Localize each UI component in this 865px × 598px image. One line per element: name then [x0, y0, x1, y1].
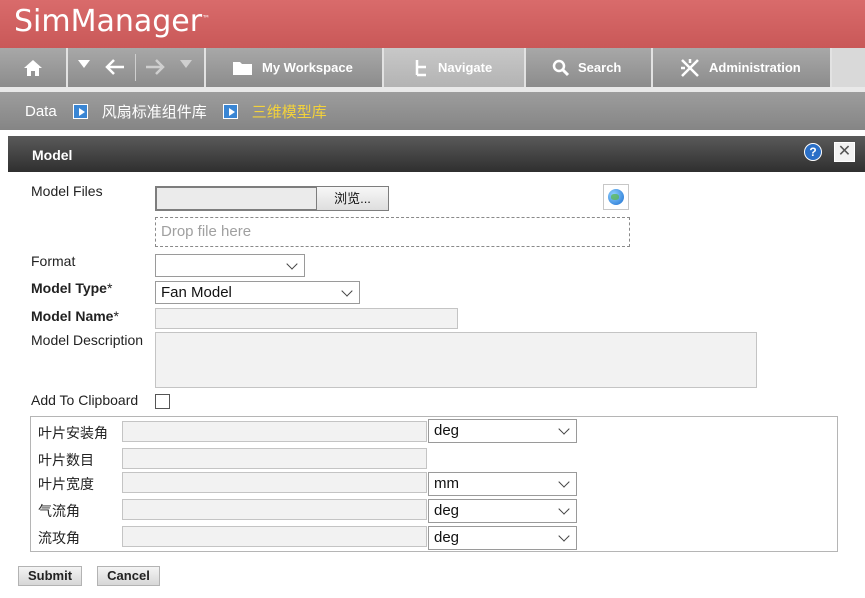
unit-select[interactable]: deg	[428, 499, 577, 523]
model-type-select[interactable]: Fan Model	[155, 281, 360, 304]
unit-value: deg	[434, 529, 460, 546]
model-description-label: Model Description	[31, 332, 144, 348]
param-label: 叶片数目	[38, 452, 94, 468]
unit-value: mm	[434, 475, 459, 492]
search-icon	[552, 59, 570, 76]
param-input[interactable]	[122, 526, 427, 547]
breadcrumb-arrow-icon	[72, 103, 88, 119]
add-to-clipboard-checkbox[interactable]	[155, 394, 170, 409]
dropdown-arrow-icon[interactable]	[78, 60, 90, 70]
param-input[interactable]	[122, 499, 427, 520]
nav-label: Search	[578, 60, 622, 75]
history-controls	[68, 48, 206, 87]
back-arrow-icon[interactable]	[104, 57, 126, 77]
folder-icon	[233, 61, 252, 75]
parameter-table: 叶片安装角 deg 叶片数目 叶片宽度 mm 气流角 deg 流攻角 deg	[30, 416, 838, 552]
close-icon[interactable]: ✕	[834, 142, 855, 162]
globe-icon	[608, 189, 624, 205]
nav-label: Navigate	[438, 60, 493, 75]
chevron-down-icon	[286, 258, 298, 270]
help-icon[interactable]: ?	[804, 143, 822, 161]
forward-arrow-icon[interactable]	[144, 57, 166, 77]
tree-icon	[415, 59, 426, 76]
format-select[interactable]	[155, 254, 305, 277]
model-files-label: Model Files	[31, 183, 103, 199]
tools-icon	[681, 58, 699, 77]
dropdown-arrow-icon[interactable]	[180, 60, 192, 70]
unit-select[interactable]: deg	[428, 419, 577, 443]
chevron-down-icon	[558, 503, 570, 515]
home-icon	[24, 59, 42, 76]
param-input[interactable]	[122, 421, 427, 442]
file-path-input[interactable]	[155, 186, 317, 211]
nav-label: Administration	[709, 60, 801, 75]
app-logo: SimManager™	[14, 4, 211, 39]
cancel-button[interactable]: Cancel	[97, 566, 160, 586]
panel-title: Model	[8, 136, 865, 172]
format-label: Format	[31, 253, 76, 269]
divider	[135, 54, 136, 81]
chevron-down-icon	[558, 423, 570, 435]
breadcrumb-fan-library[interactable]: 风扇标准组件库	[102, 101, 207, 122]
submit-button[interactable]: Submit	[18, 566, 82, 586]
browse-button[interactable]: 浏览...	[316, 186, 389, 211]
unit-select[interactable]: deg	[428, 526, 577, 550]
chevron-down-icon	[341, 285, 353, 297]
model-type-value: Fan Model	[161, 284, 232, 301]
unit-value: deg	[434, 502, 460, 519]
add-to-clipboard-label: Add To Clipboard	[31, 392, 139, 408]
nav-my-workspace[interactable]: My Workspace	[206, 48, 384, 87]
param-label: 叶片安装角	[38, 425, 108, 441]
model-name-label: Model Name*	[31, 308, 119, 324]
app-header: SimManager™	[0, 0, 865, 48]
param-label: 流攻角	[38, 530, 80, 546]
chevron-down-icon	[558, 476, 570, 488]
breadcrumb-3d-model-library[interactable]: 三维模型库	[252, 101, 327, 122]
model-description-textarea[interactable]	[155, 332, 757, 388]
model-name-input[interactable]	[155, 308, 458, 329]
nav-filler	[832, 48, 865, 87]
breadcrumb-data[interactable]: Data	[25, 103, 57, 120]
breadcrumb-arrow-icon	[222, 103, 238, 119]
nav-administration[interactable]: Administration	[653, 48, 832, 87]
param-label: 气流角	[38, 503, 80, 519]
web-link-button[interactable]	[603, 184, 629, 210]
param-input[interactable]	[122, 448, 427, 469]
breadcrumb: Data 风扇标准组件库 三维模型库	[0, 92, 865, 130]
param-label: 叶片宽度	[38, 476, 94, 492]
nav-search[interactable]: Search	[526, 48, 653, 87]
model-type-label: Model Type*	[31, 280, 113, 296]
home-button[interactable]	[0, 48, 68, 87]
file-drop-zone[interactable]: Drop file here	[155, 217, 630, 247]
chevron-down-icon	[558, 530, 570, 542]
unit-value: deg	[434, 422, 460, 439]
nav-navigate[interactable]: Navigate	[384, 48, 526, 87]
param-input[interactable]	[122, 472, 427, 493]
nav-label: My Workspace	[262, 60, 353, 75]
main-nav: My Workspace Navigate Search Administrat…	[0, 48, 865, 87]
unit-select[interactable]: mm	[428, 472, 577, 496]
